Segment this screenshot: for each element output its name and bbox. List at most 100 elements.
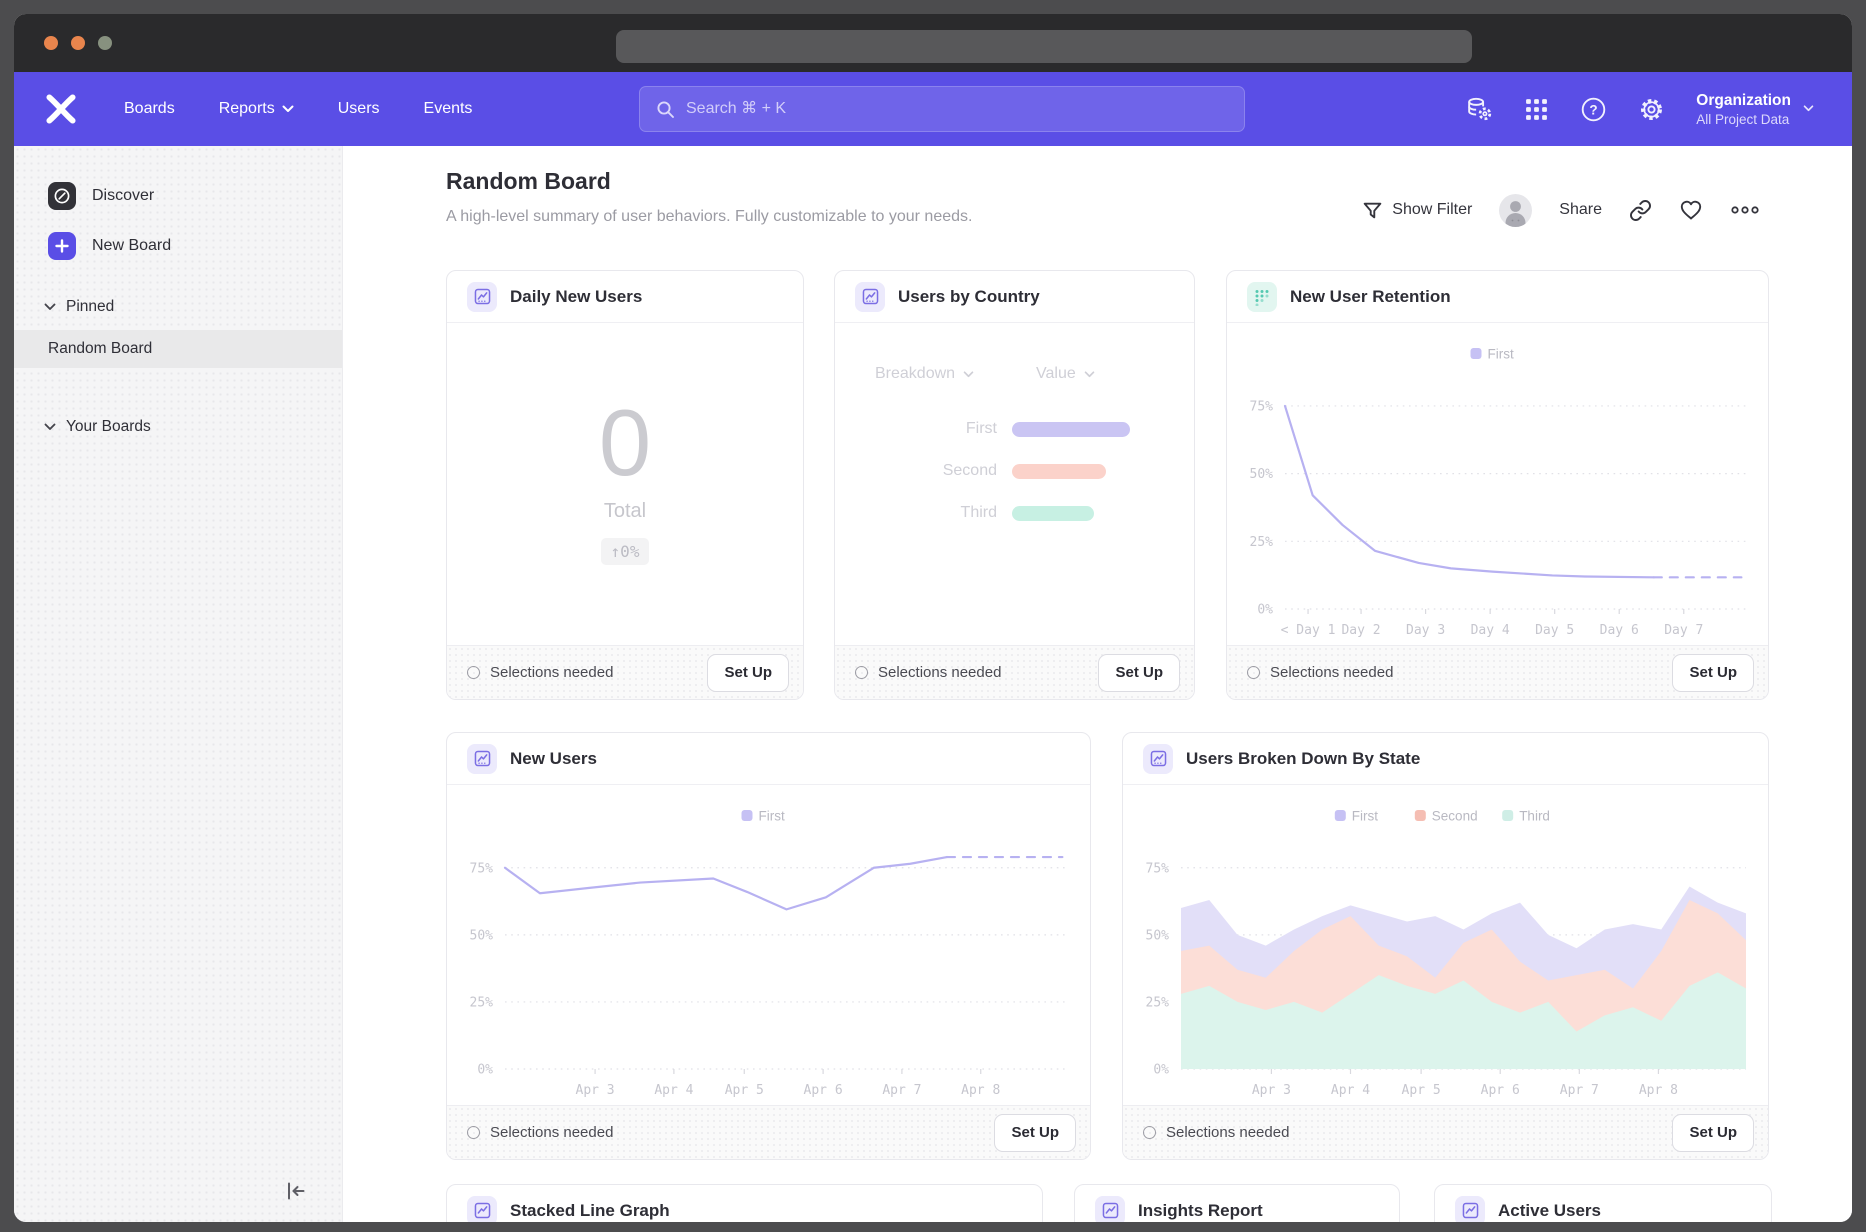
search-bar[interactable]	[639, 86, 1245, 132]
svg-text:0%: 0%	[1257, 603, 1273, 618]
favorite-heart-icon[interactable]	[1679, 198, 1703, 222]
show-filter-button[interactable]: Show Filter	[1362, 200, 1472, 221]
svg-text:Third: Third	[1519, 809, 1550, 824]
desktop: Boards Reports Users Events	[0, 0, 1866, 1232]
card-title: Active Users	[1498, 1201, 1601, 1221]
set-up-button[interactable]: Set Up	[1672, 654, 1754, 692]
set-up-button[interactable]: Set Up	[1098, 654, 1180, 692]
card-title: Insights Report	[1138, 1201, 1263, 1221]
sidebar-item-new-board[interactable]: New Board	[48, 232, 171, 260]
svg-text:Apr 3: Apr 3	[1252, 1083, 1291, 1098]
card-body: Breakdown Value First	[835, 323, 1194, 645]
card-body: First75%50%25%0%Apr 3Apr 4Apr 5Apr 6Apr …	[447, 785, 1090, 1105]
svg-text:Apr 6: Apr 6	[804, 1083, 843, 1098]
card-users-by-country: Users by Country Breakdown Value	[834, 270, 1195, 700]
window-close-button[interactable]	[44, 36, 58, 50]
svg-text:First: First	[1352, 809, 1378, 824]
svg-text:Apr 7: Apr 7	[882, 1083, 921, 1098]
svg-text:Apr 8: Apr 8	[1639, 1083, 1678, 1098]
data-management-icon[interactable]	[1466, 96, 1493, 123]
card-header: Insights Report	[1075, 1185, 1399, 1222]
svg-text:Apr 8: Apr 8	[961, 1083, 1000, 1098]
svg-text:Second: Second	[1432, 809, 1478, 824]
org-selector[interactable]: Organization All Project Data	[1696, 91, 1814, 127]
card-title: Users Broken Down By State	[1186, 749, 1420, 769]
svg-text:Day 5: Day 5	[1535, 623, 1574, 638]
value-select[interactable]: Value	[1036, 365, 1095, 383]
svg-text:Apr 4: Apr 4	[654, 1083, 693, 1098]
metric-value: 0	[599, 396, 651, 490]
search-input[interactable]	[686, 100, 1228, 118]
nav-item-boards[interactable]: Boards	[124, 100, 175, 118]
new-users-chart: First75%50%25%0%Apr 3Apr 4Apr 5Apr 6Apr …	[447, 785, 1090, 1105]
nav-links: Boards Reports Users Events	[124, 100, 472, 118]
line-chart-icon	[1143, 744, 1173, 774]
more-options-icon[interactable]	[1730, 204, 1760, 216]
svg-text:Apr 4: Apr 4	[1331, 1083, 1370, 1098]
url-bar[interactable]	[616, 30, 1472, 63]
card-daily-new-users: Daily New Users 0 Total ↑0% Selections n…	[446, 270, 804, 700]
svg-text:25%: 25%	[470, 995, 494, 1010]
svg-text:25%: 25%	[1146, 995, 1170, 1010]
sidebar-section-pinned[interactable]: Pinned	[44, 298, 114, 316]
nav-item-reports[interactable]: Reports	[219, 100, 294, 118]
chevron-down-icon	[282, 105, 294, 113]
search-icon	[656, 100, 675, 119]
metric-delta-badge: ↑0%	[601, 538, 650, 565]
svg-text:First: First	[1488, 347, 1514, 362]
breakdown-bar	[1012, 464, 1106, 479]
plus-icon	[48, 232, 76, 260]
chevron-down-icon	[44, 423, 56, 431]
settings-gear-icon[interactable]	[1638, 96, 1665, 123]
svg-text:Apr 3: Apr 3	[576, 1083, 615, 1098]
svg-text:50%: 50%	[1146, 928, 1170, 943]
sidebar-item-random-board[interactable]: Random Board	[14, 330, 342, 368]
card-body: First75%50%25%0%< Day 1Day 2Day 3Day 4Da…	[1227, 323, 1768, 645]
svg-text:Apr 5: Apr 5	[725, 1083, 764, 1098]
filter-funnel-icon	[1362, 200, 1383, 221]
card-header: Stacked Line Graph	[447, 1185, 1042, 1222]
chevron-down-icon	[963, 371, 974, 378]
window-zoom-button[interactable]	[98, 36, 112, 50]
set-up-button[interactable]: Set Up	[994, 1114, 1076, 1152]
card-insights-report: Insights Report	[1074, 1184, 1400, 1222]
sidebar-section-your-boards[interactable]: Your Boards	[44, 418, 151, 436]
set-up-button[interactable]: Set Up	[1672, 1114, 1754, 1152]
card-title: Stacked Line Graph	[510, 1201, 670, 1221]
content: Discover New Board Pinned Random Board	[14, 146, 1852, 1222]
card-footer: Selections needed Set Up	[835, 645, 1194, 699]
line-chart-icon	[855, 282, 885, 312]
card-stacked-line-graph: Stacked Line Graph	[446, 1184, 1043, 1222]
svg-text:< Day 1: < Day 1	[1281, 623, 1336, 638]
sidebar-item-discover[interactable]: Discover	[48, 182, 154, 210]
status-text: Selections needed	[1270, 664, 1393, 681]
apps-grid-icon[interactable]	[1524, 97, 1549, 122]
copy-link-icon[interactable]	[1629, 199, 1652, 222]
breakdown-row: Second	[835, 463, 1194, 479]
sidebar: Discover New Board Pinned Random Board	[14, 146, 343, 1222]
share-button[interactable]: Share	[1559, 201, 1602, 219]
sidebar-item-label: Discover	[92, 187, 154, 205]
nav-item-users[interactable]: Users	[338, 100, 380, 118]
svg-text:Day 2: Day 2	[1341, 623, 1380, 638]
breakdown-row-label: Third	[835, 504, 997, 522]
breakdown-row-label: First	[835, 420, 997, 438]
card-active-users: Active Users	[1434, 1184, 1772, 1222]
collapse-sidebar-icon[interactable]	[284, 1179, 308, 1208]
svg-text:Day 3: Day 3	[1406, 623, 1445, 638]
nav-item-events[interactable]: Events	[424, 100, 473, 118]
window-minimize-button[interactable]	[71, 36, 85, 50]
card-body: FirstSecondThird75%50%25%0%Apr 3Apr 4Apr…	[1123, 785, 1768, 1105]
avatar[interactable]	[1499, 194, 1532, 227]
card-title: New Users	[510, 749, 597, 769]
card-users-broken-down-by-state: Users Broken Down By State First Second Th…	[1122, 732, 1769, 1160]
set-up-button[interactable]: Set Up	[707, 654, 789, 692]
breakdown-select[interactable]: Breakdown	[875, 365, 974, 383]
line-chart-icon	[467, 744, 497, 774]
help-icon[interactable]: ?	[1580, 96, 1607, 123]
mixpanel-logo-icon[interactable]	[44, 92, 78, 126]
svg-text:Apr 6: Apr 6	[1481, 1083, 1520, 1098]
card-footer: Selections needed Set Up	[1123, 1105, 1768, 1159]
page-subtitle: A high-level summary of user behaviors. …	[446, 208, 972, 226]
card-title: Daily New Users	[510, 287, 642, 307]
